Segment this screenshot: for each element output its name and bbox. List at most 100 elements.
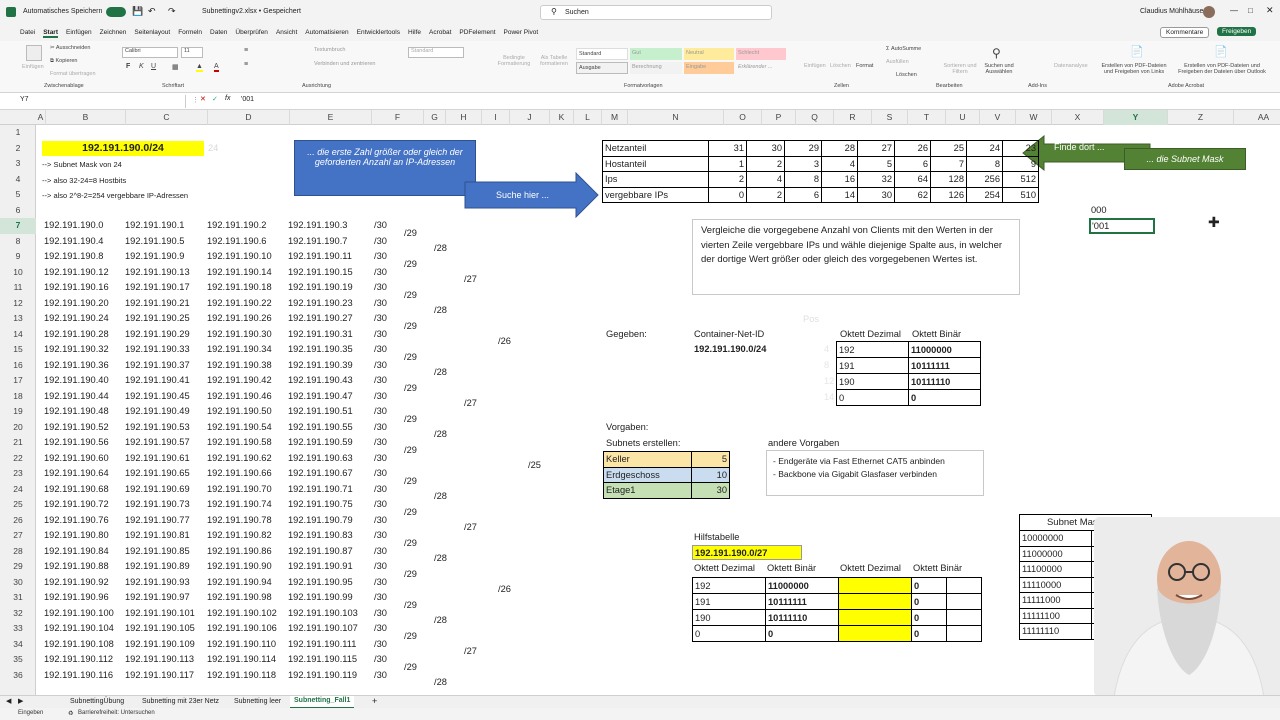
prefix-30[interactable]: /30 [374,265,387,280]
helper-dec2-cell[interactable] [838,593,912,610]
ip-cell-b[interactable]: 192.191.190.20 [44,296,109,311]
row-header[interactable]: 4 [0,172,36,188]
subnet-value-cell[interactable]: 64 [894,171,931,188]
ip-cell-b[interactable]: 192.191.190.40 [44,373,109,388]
row-header[interactable]: 15 [0,342,36,358]
subnet-count-cell[interactable]: 30 [691,482,730,499]
ip-cell-c[interactable]: 192.191.190.33 [125,342,190,357]
formula-input[interactable]: '001 [241,96,254,103]
menu-tab-zeichnen[interactable]: Zeichnen [100,29,127,38]
column-header-e[interactable]: E [290,110,372,125]
add-sheet-icon[interactable]: + [372,696,377,706]
cell-y6[interactable]: 000 [1091,203,1107,218]
prefix-30[interactable]: /30 [374,575,387,590]
row-header[interactable]: 12 [0,296,36,312]
ip-cell-e[interactable]: 192.191.190.103 [288,606,358,621]
subnet-value-cell[interactable]: 14 [821,186,858,203]
menu-tab-datei[interactable]: Datei [20,29,35,38]
ip-cell-c[interactable]: 192.191.190.93 [125,575,190,590]
prefix-25[interactable]: /25 [528,458,541,473]
confirm-icon[interactable]: ✓ [212,95,218,103]
ip-cell-b[interactable]: 192.191.190.84 [44,544,109,559]
ip-cell-e[interactable]: 192.191.190.47 [288,389,353,404]
prefix-30[interactable]: /30 [374,451,387,466]
subnet-row-label[interactable]: Hostanteil [602,155,709,172]
given-dec-cell[interactable]: 191 [836,357,909,374]
fill-button[interactable]: Ausfüllen [886,59,909,65]
column-header-r[interactable]: R [834,110,872,125]
prefix-30[interactable]: /30 [374,389,387,404]
prefix-28[interactable]: /28 [434,675,447,690]
prefix-29[interactable]: /29 [404,443,417,458]
border-icon[interactable]: ▦ [172,63,179,71]
prefix-28[interactable]: /28 [434,489,447,504]
prefix-29[interactable]: /29 [404,319,417,334]
ip-cell-e[interactable]: 192.191.190.95 [288,575,353,590]
ip-cell-b[interactable]: 192.191.190.92 [44,575,109,590]
ip-cell-c[interactable]: 192.191.190.17 [125,280,190,295]
mask-binary-cell[interactable]: 11100000 [1019,561,1092,578]
ip-cell-b[interactable]: 192.191.190.56 [44,435,109,450]
find-select-button[interactable]: Suchen und Auswählen [982,63,1016,75]
ip-cell-c[interactable]: 192.191.190.45 [125,389,190,404]
mask-binary-cell[interactable]: 11111100 [1019,607,1092,624]
comments-button[interactable]: Kommentare [1160,27,1210,38]
ip-cell-e[interactable]: 192.191.190.27 [288,311,353,326]
ip-cell-e[interactable]: 192.191.190.23 [288,296,353,311]
subnet-value-cell[interactable]: 256 [966,171,1003,188]
subnet-value-cell[interactable]: 8 [784,171,822,188]
ip-cell-b[interactable]: 192.191.190.72 [44,497,109,512]
sort-filter-button[interactable]: Sortieren und Filtern [940,63,980,75]
prefix-30[interactable]: /30 [374,528,387,543]
prefix-29[interactable]: /29 [404,505,417,520]
column-header-l[interactable]: L [574,110,602,125]
subnet-value-cell[interactable]: 26 [894,140,931,157]
undo-icon[interactable]: ↶ [148,6,156,17]
ip-cell-c[interactable]: 192.191.190.97 [125,590,190,605]
ip-cell-b[interactable]: 192.191.190.8 [44,249,103,264]
row-header[interactable]: 27 [0,528,36,544]
given-dec-cell[interactable]: 192 [836,341,909,358]
format-painter-button[interactable]: Format übertragen [50,71,96,77]
column-header-o[interactable]: O [724,110,762,125]
ip-cell-b[interactable]: 192.191.190.16 [44,280,109,295]
ip-cell-d[interactable]: 192.191.190.50 [207,404,272,419]
prefix-29[interactable]: /29 [404,474,417,489]
ip-cell-c[interactable]: 192.191.190.5 [125,234,184,249]
subnet-value-cell[interactable]: 0 [708,186,747,203]
helper-dec2-cell[interactable] [838,609,912,626]
column-header-c[interactable]: C [126,110,208,125]
column-header-y[interactable]: Y [1104,110,1168,125]
helper-bin-cell[interactable]: 0 [765,625,839,642]
helper-dec-cell[interactable]: 190 [692,609,766,626]
given-dec-cell[interactable]: 0 [836,389,909,406]
subnet-row-label[interactable]: Ips [602,171,709,188]
ip-cell-d[interactable]: 192.191.190.18 [207,280,272,295]
prefix-29[interactable]: /29 [404,629,417,644]
subnet-count-cell[interactable]: 10 [691,466,730,483]
ip-cell-c[interactable]: 192.191.190.41 [125,373,190,388]
prefix-29[interactable]: /29 [404,412,417,427]
subnet-value-cell[interactable]: 32 [857,171,895,188]
subnet-value-cell[interactable]: 126 [930,186,967,203]
column-header-w[interactable]: W [1016,110,1052,125]
ip-cell-c[interactable]: 192.191.190.77 [125,513,190,528]
ip-cell-b[interactable]: 192.191.190.60 [44,451,109,466]
row-header[interactable]: 1 [0,125,36,141]
network-cell[interactable]: 192.191.190.0/24 [42,141,204,156]
prefix-30[interactable]: /30 [374,466,387,481]
fx-icon[interactable]: fx [225,95,230,102]
column-header-g[interactable]: G [424,110,446,125]
ip-cell-b[interactable]: 192.191.190.64 [44,466,109,481]
subnet-value-cell[interactable]: 9 [1002,155,1039,172]
ip-cell-e[interactable]: 192.191.190.83 [288,528,353,543]
ip-cell-b[interactable]: 192.191.190.24 [44,311,109,326]
column-header-h[interactable]: H [446,110,482,125]
style-good[interactable]: Gut [630,48,682,60]
ip-cell-b[interactable]: 192.191.190.12 [44,265,109,280]
menu-tab-acrobat[interactable]: Acrobat [429,29,451,38]
helper-dec2-cell[interactable] [838,577,912,594]
minimize-icon[interactable]: — [1230,6,1238,15]
subnet-value-cell[interactable]: 5 [857,155,895,172]
ip-cell-c[interactable]: 192.191.190.49 [125,404,190,419]
